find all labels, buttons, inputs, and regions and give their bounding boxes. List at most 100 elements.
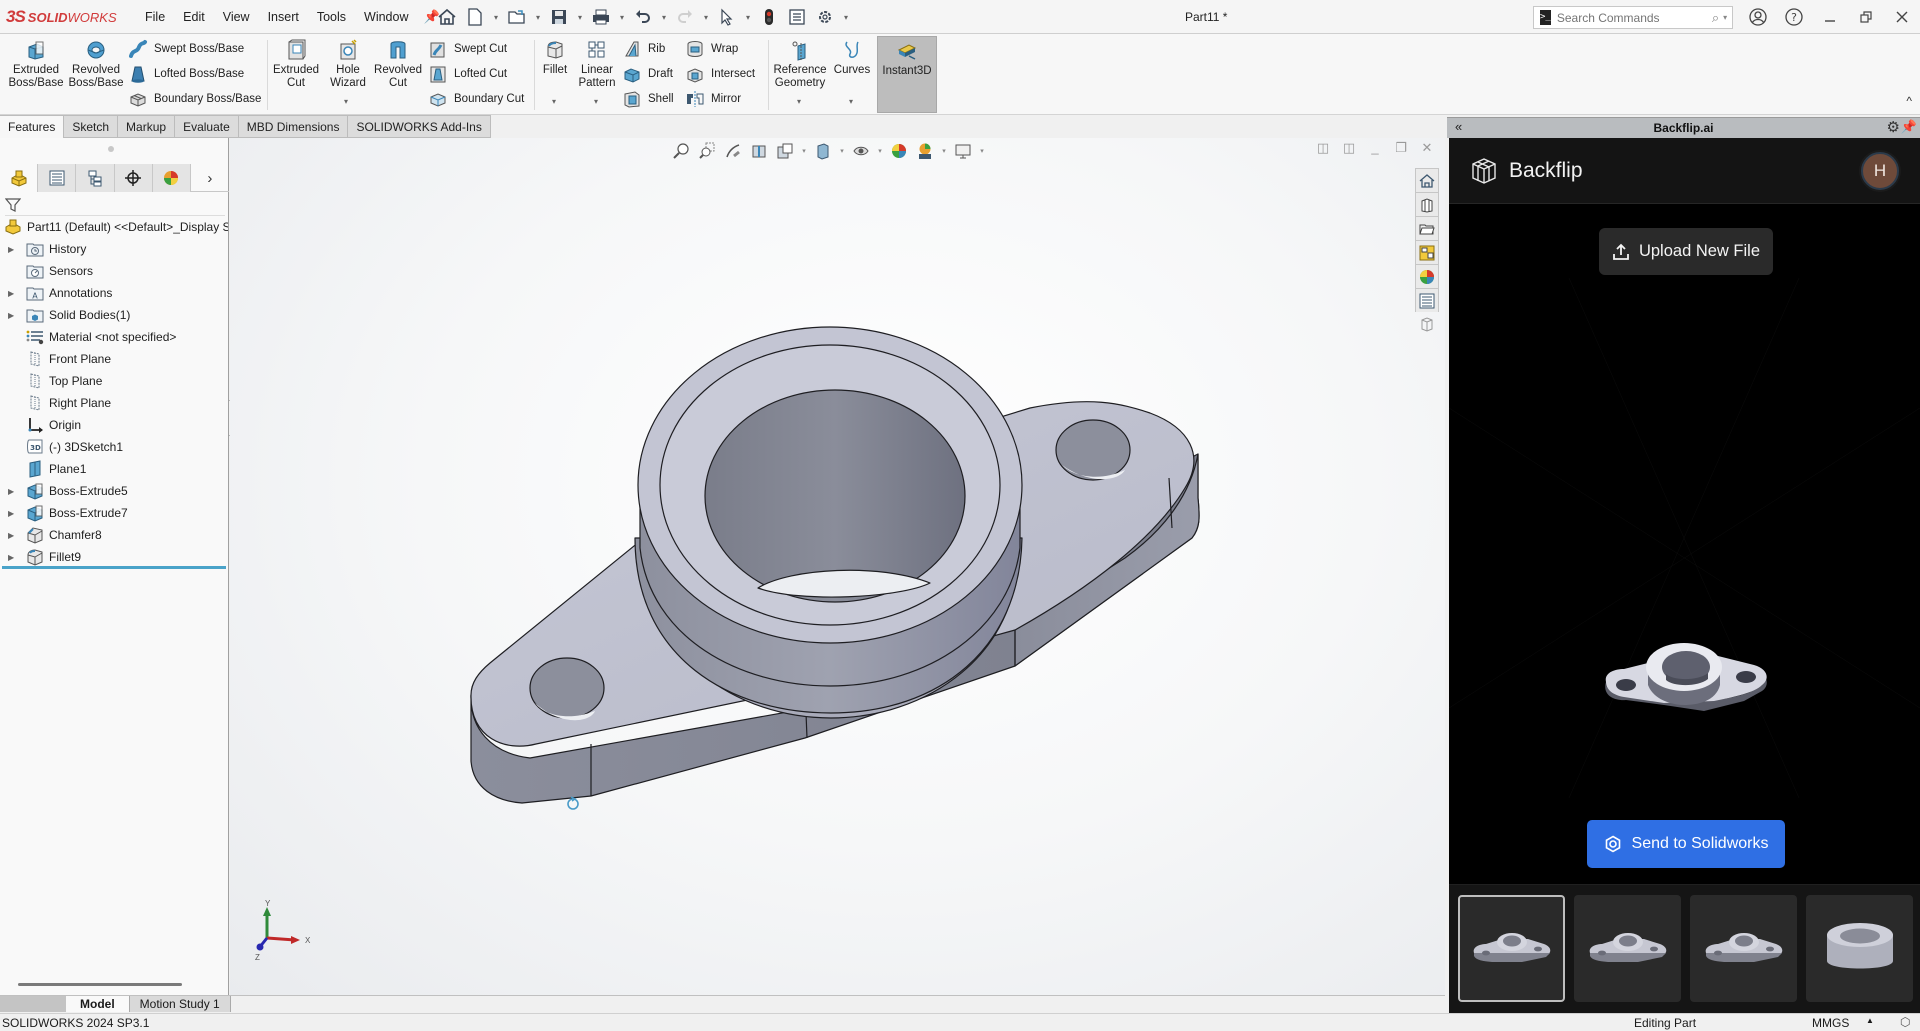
file-explorer-tab[interactable] xyxy=(1415,216,1439,240)
tree-item-3dsketch1[interactable]: 3D (-) 3DSketch1 xyxy=(0,436,228,458)
model-thumbnail[interactable] xyxy=(1806,895,1913,1002)
close-icon[interactable] xyxy=(1884,4,1920,30)
expand-arrow-icon[interactable]: ▶ xyxy=(8,509,18,518)
fillet-dropdown-icon[interactable]: ▾ xyxy=(552,97,556,106)
fillet-button[interactable]: Fillet xyxy=(538,38,572,77)
open-dropdown-icon[interactable]: ▾ xyxy=(533,13,543,22)
rebuild-status-icon[interactable]: ⬡ xyxy=(1900,1015,1910,1029)
print-icon[interactable] xyxy=(589,5,613,29)
tree-root-part[interactable]: Part11 (Default) <<Default>_Display S xyxy=(0,216,228,238)
feature-manager-tab[interactable] xyxy=(0,164,39,192)
file-properties-icon[interactable] xyxy=(785,5,809,29)
search-commands-input[interactable] xyxy=(1556,10,1712,25)
new-document-icon[interactable] xyxy=(463,5,487,29)
rebuild-icon[interactable] xyxy=(757,5,781,29)
model-thumbnail[interactable] xyxy=(1690,895,1797,1002)
restore-icon[interactable] xyxy=(1848,4,1884,30)
expand-arrow-icon[interactable]: ▶ xyxy=(8,289,18,298)
intersect-button[interactable]: Intersect xyxy=(685,63,755,85)
menu-tools[interactable]: Tools xyxy=(308,10,355,24)
select-dropdown-icon[interactable]: ▾ xyxy=(743,13,753,22)
tab-features[interactable]: Features xyxy=(0,115,65,138)
tab-solidworks-add-ins[interactable]: SOLIDWORKS Add-Ins xyxy=(348,115,491,138)
appearances-tab[interactable] xyxy=(1415,264,1439,288)
boundary-boss-base-button[interactable]: Boundary Boss/Base xyxy=(128,88,261,110)
tab-sketch[interactable]: Sketch xyxy=(64,115,119,138)
search-dropdown-icon[interactable]: ▾ xyxy=(1723,13,1727,22)
curves-dropdown-icon[interactable]: ▾ xyxy=(849,97,853,106)
extruded-cut-button[interactable]: Extruded Cut xyxy=(270,38,322,90)
options-gear-icon[interactable] xyxy=(813,5,837,29)
tree-item-boss-extrude5[interactable]: ▶ Boss-Extrude5 xyxy=(0,480,228,502)
feature-filter[interactable] xyxy=(5,194,225,216)
reference-geometry-dropdown-icon[interactable]: ▾ xyxy=(797,97,801,106)
instant3d-button[interactable]: Instant3D xyxy=(877,36,937,113)
user-avatar[interactable]: H xyxy=(1861,152,1899,190)
tab-model[interactable]: Model xyxy=(66,996,130,1012)
lofted-cut-button[interactable]: Lofted Cut xyxy=(428,63,507,85)
search-icon[interactable]: ⌕ xyxy=(1712,10,1719,26)
tree-item-history[interactable]: ▶ History xyxy=(0,238,228,260)
solidworks-resources-tab[interactable] xyxy=(1415,168,1439,192)
tab-motion-study-1[interactable]: Motion Study 1 xyxy=(129,996,231,1012)
menu-edit[interactable]: Edit xyxy=(174,10,214,24)
tree-item-boss-extrude7[interactable]: ▶ Boss-Extrude7 xyxy=(0,502,228,524)
reference-geometry-button[interactable]: Reference Geometry xyxy=(772,38,828,90)
linear-pattern-button[interactable]: Linear Pattern xyxy=(574,38,620,90)
linear-pattern-dropdown-icon[interactable]: ▾ xyxy=(594,97,598,106)
upload-new-file-button[interactable]: Upload New File xyxy=(1599,228,1773,275)
panel-grip[interactable] xyxy=(108,146,114,152)
rollback-bar[interactable] xyxy=(2,566,226,569)
lofted-boss-base-button[interactable]: Lofted Boss/Base xyxy=(128,63,244,85)
model-thumbnail[interactable] xyxy=(1574,895,1681,1002)
search-commands-box[interactable]: >_ ⌕ ▾ xyxy=(1533,6,1733,29)
wrap-button[interactable]: Wrap xyxy=(685,38,738,60)
boundary-cut-button[interactable]: Boundary Cut xyxy=(428,88,524,110)
tree-item-plane1[interactable]: Plane1 xyxy=(0,458,228,480)
unit-system-up-arrow-icon[interactable]: ▲ xyxy=(1866,1016,1874,1025)
tree-item-right-plane[interactable]: Right Plane xyxy=(0,392,228,414)
tab-markup[interactable]: Markup xyxy=(118,115,176,138)
task-pane-settings-gear-icon[interactable]: ⚙ xyxy=(1887,118,1900,136)
menu-window[interactable]: Window xyxy=(355,10,417,24)
tab-mbd-dimensions[interactable]: MBD Dimensions xyxy=(238,115,349,138)
configuration-manager-tab[interactable] xyxy=(76,164,115,192)
tree-item-material-not-specified[interactable]: Material <not specified> xyxy=(0,326,228,348)
solidworks-logo[interactable]: 3S SOLID WORKS xyxy=(6,7,117,27)
options-dropdown-icon[interactable]: ▾ xyxy=(841,13,851,22)
shell-button[interactable]: Shell xyxy=(622,88,674,110)
expand-arrow-icon[interactable]: ▶ xyxy=(8,311,18,320)
expand-arrow-icon[interactable]: ▶ xyxy=(8,531,18,540)
tree-item-annotations[interactable]: ▶ A Annotations xyxy=(0,282,228,304)
swept-cut-button[interactable]: Swept Cut xyxy=(428,38,507,60)
tree-item-front-plane[interactable]: Front Plane xyxy=(0,348,228,370)
design-library-tab[interactable] xyxy=(1415,192,1439,216)
view-palette-tab[interactable] xyxy=(1415,240,1439,264)
tree-item-top-plane[interactable]: Top Plane xyxy=(0,370,228,392)
new-document-dropdown-icon[interactable]: ▾ xyxy=(491,13,501,22)
menu-file[interactable]: File xyxy=(136,10,174,24)
send-to-solidworks-button[interactable]: Send to Solidworks xyxy=(1587,820,1785,868)
property-manager-tab[interactable] xyxy=(38,164,77,192)
tab-evaluate[interactable]: Evaluate xyxy=(175,115,239,138)
tree-item-chamfer8[interactable]: ▶ Chamfer8 xyxy=(0,524,228,546)
home-icon[interactable] xyxy=(435,5,459,29)
tree-item-sensors[interactable]: Sensors xyxy=(0,260,228,282)
tab-scroll-arrows[interactable] xyxy=(0,996,66,1012)
model-thumbnail[interactable] xyxy=(1458,895,1565,1002)
print-dropdown-icon[interactable]: ▾ xyxy=(617,13,627,22)
expand-arrow-icon[interactable]: ▶ xyxy=(8,245,18,254)
expand-arrow-icon[interactable]: ▶ xyxy=(8,553,18,562)
open-folder-icon[interactable] xyxy=(505,5,529,29)
tree-item-fillet9[interactable]: ▶ Fillet9 xyxy=(0,546,228,568)
backflip-addin-tab[interactable] xyxy=(1415,312,1439,336)
model-preview-3d[interactable] xyxy=(1449,278,1920,798)
collapse-ribbon-icon[interactable]: ^ xyxy=(1906,94,1912,108)
hole-wizard-button[interactable]: Hole Wizard xyxy=(324,38,372,90)
undo-icon[interactable] xyxy=(631,5,655,29)
redo-dropdown-icon[interactable]: ▾ xyxy=(701,13,711,22)
tree-item-solid-bodies-1[interactable]: ▶ Solid Bodies(1) xyxy=(0,304,228,326)
minimize-icon[interactable] xyxy=(1812,4,1848,30)
menu-insert[interactable]: Insert xyxy=(259,10,308,24)
help-icon[interactable]: ? xyxy=(1776,4,1812,30)
